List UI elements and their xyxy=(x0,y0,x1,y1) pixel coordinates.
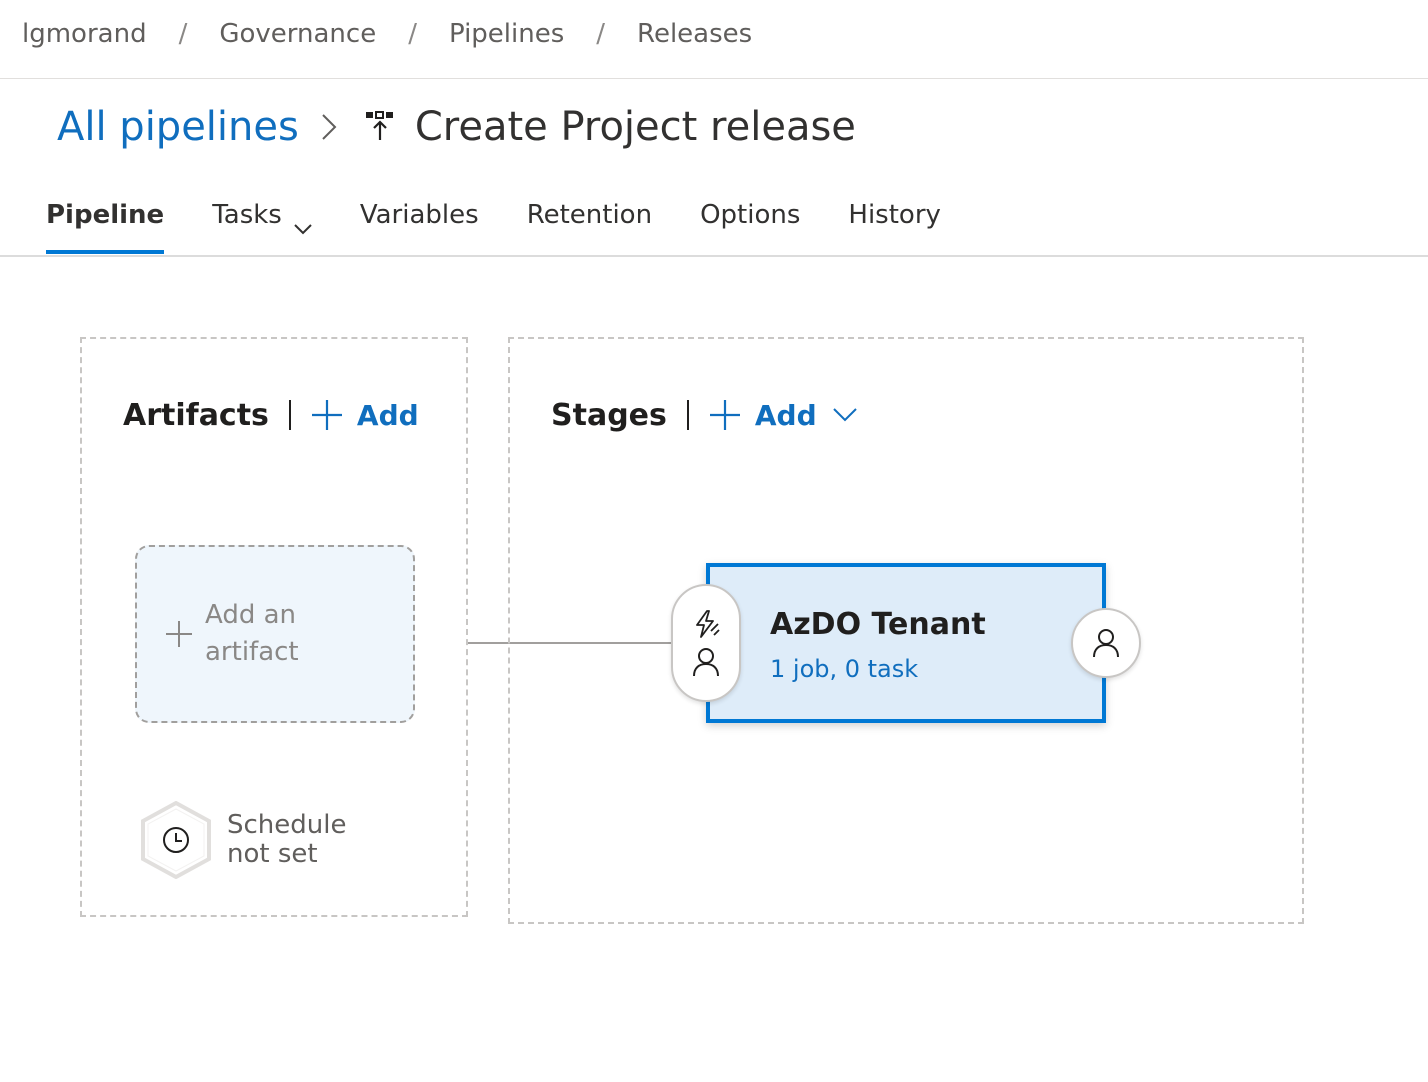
tab-label: Tasks xyxy=(212,200,282,230)
tab-tasks[interactable]: Tasks xyxy=(212,196,312,254)
tab-retention[interactable]: Retention xyxy=(527,196,652,254)
breadcrumb-separator: / xyxy=(408,19,417,49)
chevron-down-icon xyxy=(294,212,312,242)
breadcrumb-separator: / xyxy=(596,19,606,49)
artifacts-title: Artifacts xyxy=(123,397,269,433)
breadcrumb-item-releases[interactable]: Releases xyxy=(637,19,752,49)
stages-title: Stages xyxy=(551,397,667,433)
tabs-divider xyxy=(0,255,1428,257)
add-stage-button[interactable]: Add xyxy=(709,399,857,432)
stage-job-summary-link[interactable]: 1 job, 0 task xyxy=(770,655,918,683)
artifacts-header: Artifacts Add xyxy=(123,395,419,435)
schedule-status: Schedule not set xyxy=(227,810,347,869)
artifacts-panel: Artifacts Add Add an artifact Schedule n… xyxy=(80,337,468,917)
topbar-divider xyxy=(0,78,1428,79)
stages-header: Stages Add xyxy=(551,395,857,435)
add-an-artifact-card[interactable]: Add an artifact xyxy=(135,545,415,723)
post-deployment-conditions-button[interactable] xyxy=(1071,608,1141,678)
chevron-down-icon xyxy=(832,408,857,422)
tab-label: Pipeline xyxy=(46,200,165,230)
tab-history[interactable]: History xyxy=(848,196,941,254)
chevron-right-icon xyxy=(321,113,337,141)
add-stage-label: Add xyxy=(754,398,817,432)
all-pipelines-link[interactable]: All pipelines xyxy=(57,104,299,150)
breadcrumb-item-project[interactable]: Governance xyxy=(219,19,376,49)
breadcrumb-item-pipelines[interactable]: Pipelines xyxy=(449,19,564,49)
person-icon xyxy=(1092,628,1120,658)
plus-icon xyxy=(165,620,193,648)
tab-label: Options xyxy=(700,200,801,230)
plus-icon xyxy=(709,399,741,431)
tab-bar: Pipeline Tasks Variables Retention Optio… xyxy=(46,196,989,256)
clock-icon xyxy=(139,801,213,879)
tab-label: Retention xyxy=(526,200,653,230)
add-artifact-button[interactable]: Add xyxy=(311,399,419,432)
add-artifact-label: Add xyxy=(356,398,419,432)
stage-card[interactable]: AzDO Tenant 1 job, 0 task xyxy=(706,563,1106,723)
tab-pipeline[interactable]: Pipeline xyxy=(46,196,165,254)
stage-name: AzDO Tenant xyxy=(770,607,986,642)
person-icon xyxy=(692,647,720,677)
page-title: Create Project release xyxy=(414,104,856,150)
release-pipeline-icon xyxy=(365,110,395,144)
tab-variables[interactable]: Variables xyxy=(360,196,479,254)
header-divider xyxy=(288,400,291,430)
tab-label: History xyxy=(848,200,941,230)
tab-options[interactable]: Options xyxy=(700,196,800,254)
breadcrumb-separator: / xyxy=(178,19,188,49)
pre-deployment-conditions-button[interactable] xyxy=(671,584,741,702)
add-an-artifact-label: Add an artifact xyxy=(205,600,299,667)
plus-icon xyxy=(311,399,343,431)
schedule-trigger[interactable]: Schedule not set xyxy=(139,801,367,879)
lightning-icon xyxy=(691,609,721,639)
breadcrumb: lgmorand / Governance / Pipelines / Rele… xyxy=(22,16,752,52)
header-divider xyxy=(686,400,689,430)
breadcrumb-item-organization[interactable]: lgmorand xyxy=(22,19,147,49)
title-row: All pipelines Create Project release xyxy=(57,100,856,154)
tab-label: Variables xyxy=(359,200,479,230)
